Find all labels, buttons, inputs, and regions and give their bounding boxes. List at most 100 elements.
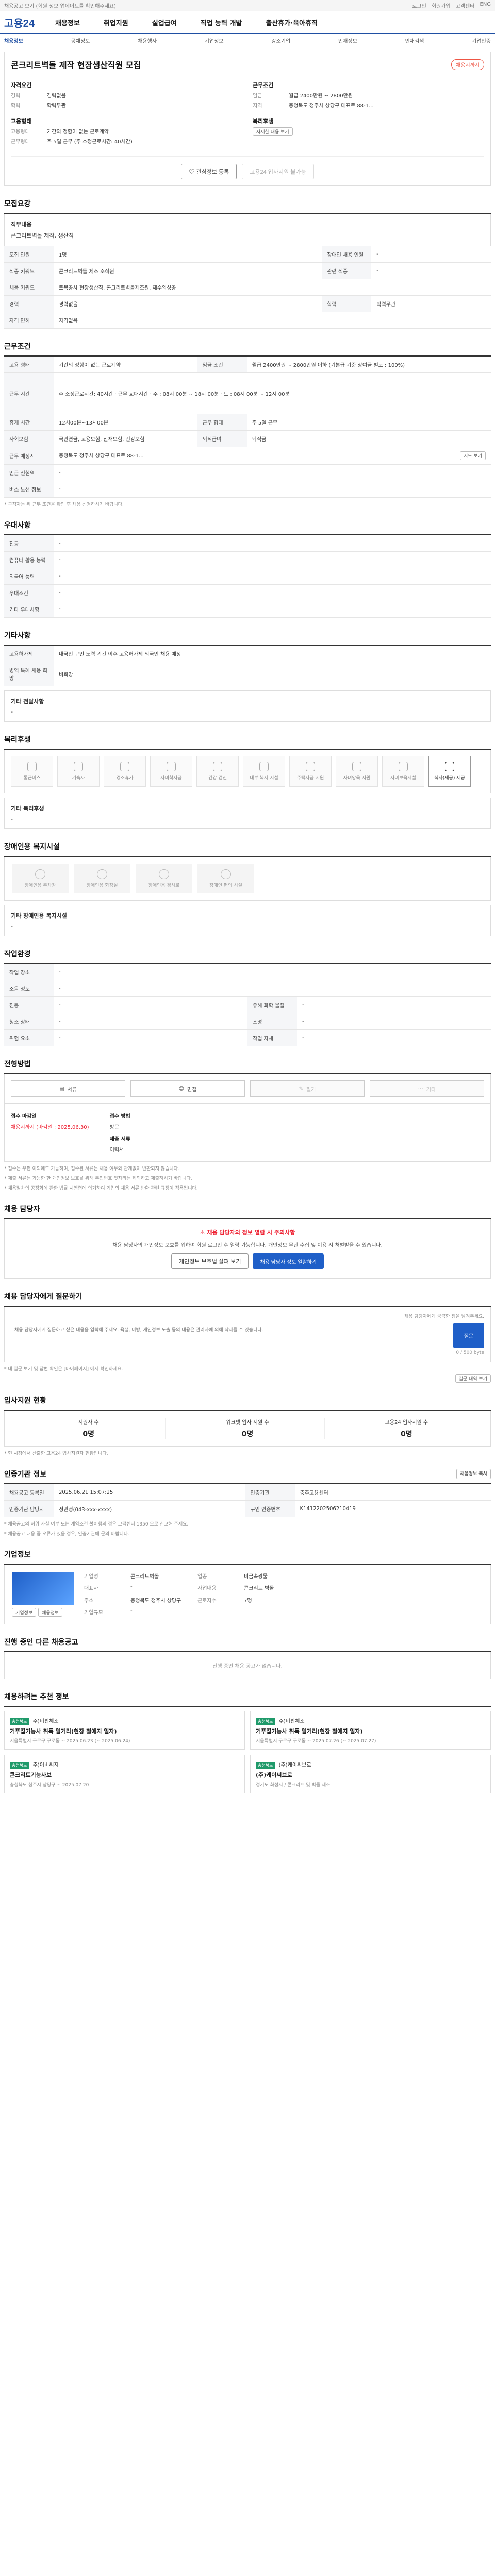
benefit-label: 기숙사 bbox=[72, 775, 85, 781]
nav-leave[interactable]: 출산휴가·육아휴직 bbox=[266, 18, 318, 27]
site-logo[interactable]: 고용24 bbox=[4, 15, 35, 30]
benefit-label: 통근버스 bbox=[23, 775, 41, 781]
application-stats: 지원자 수 0명 워크넷 입사 지원 수 0명 고용24 입사지원 수 0명 bbox=[4, 1411, 491, 1447]
privacy-law-button[interactable]: 개인정보 보호법 살펴 보기 bbox=[171, 1253, 249, 1269]
table-row: 청소 상태 - 조명 - bbox=[4, 1013, 491, 1030]
benefit-etc-label: 기타 복리후생 bbox=[11, 805, 44, 812]
contact-warning: ⚠ 채용 담당자의 정보 열람 시 주의사항 bbox=[14, 1228, 481, 1236]
method-label: 필기 bbox=[306, 1087, 316, 1093]
address-text: 충청북도 청주시 상당구 대표로 88-1... bbox=[59, 453, 144, 459]
row-value: - bbox=[54, 551, 491, 568]
table-row: 버스 노선 정보 - bbox=[4, 481, 491, 498]
table-row: 사회보험 국민연금, 고용보험, 산재보험, 건강보험 퇴직급여 퇴직금 bbox=[4, 430, 491, 447]
top-notice: 채용공고 보기 (회원 정보 업데이트를 확인해주세요) bbox=[4, 4, 116, 9]
nav-jobs[interactable]: 채용정보 bbox=[55, 18, 80, 27]
facility-item: 장애인 편의 시설 bbox=[197, 864, 254, 893]
question-history-button[interactable]: 질문 내역 보기 bbox=[455, 1374, 491, 1383]
etc-more-value: - bbox=[11, 708, 13, 715]
row-key bbox=[197, 1608, 244, 1617]
apply-button[interactable]: 고용24 입사지원 불가능 bbox=[242, 164, 314, 179]
map-button[interactable]: 지도 보기 bbox=[460, 451, 486, 460]
row-key: 고용 형태 bbox=[4, 357, 54, 373]
company-info-button[interactable]: 기업정보 bbox=[12, 1608, 37, 1617]
row-key: 작업 장소 bbox=[4, 964, 54, 980]
subnav-item[interactable]: 강소기업 bbox=[271, 37, 290, 44]
row-value: - bbox=[371, 262, 491, 279]
subnav-item[interactable]: 채용행사 bbox=[138, 37, 157, 44]
section-title: 인증기관 정보 bbox=[4, 1470, 47, 1479]
subnav-item[interactable]: 채용정보 bbox=[4, 37, 23, 44]
row-key: 유해 화학 물질 bbox=[248, 996, 297, 1013]
row-value: 콘크리트 벽돌 bbox=[244, 1586, 274, 1592]
section-title: 우대사항 bbox=[4, 520, 491, 535]
kv-key: 고용형태 bbox=[11, 129, 30, 135]
subnav-item[interactable]: 기업인증 bbox=[472, 37, 491, 44]
copy-button[interactable]: 채용정보 복사 bbox=[456, 1469, 491, 1479]
row-key: 대표자 bbox=[84, 1586, 98, 1592]
kv-value: 학력무관 bbox=[47, 103, 66, 109]
row-value: - bbox=[54, 535, 491, 552]
stat-item: 지원자 수 0명 bbox=[12, 1418, 166, 1439]
rec-company: 주)이비씨지 bbox=[32, 1762, 59, 1768]
link-login[interactable]: 로그인 bbox=[412, 2, 426, 9]
nav-support[interactable]: 취업지원 bbox=[104, 18, 128, 27]
wheelchair-icon bbox=[221, 869, 231, 879]
subnav-item[interactable]: 인재검색 bbox=[405, 37, 424, 44]
question-box: 채용 담당자에게 궁금한 점을 남겨주세요. 질문 0 / 500 byte bbox=[4, 1307, 491, 1362]
subnav-item[interactable]: 인재정보 bbox=[338, 37, 357, 44]
subnav-item[interactable]: 공채정보 bbox=[71, 37, 90, 44]
agency-note: * 채용공고의 허위 사실 여부 또는 계약조건 불이행의 경우 고객센터 13… bbox=[4, 1522, 189, 1527]
benefit-etc-value: - bbox=[11, 816, 13, 822]
link-signup[interactable]: 회원가입 bbox=[432, 2, 451, 9]
row-value: - bbox=[297, 996, 491, 1013]
row-value: 충청북도 청주시 상당구 bbox=[130, 1598, 182, 1604]
table-row: 직종 키워드 콘크리트벽돌 제조 조작원 관련 직종 - bbox=[4, 262, 491, 279]
table-row: 전공 - bbox=[4, 535, 491, 552]
row-value: - bbox=[54, 964, 491, 980]
nav-training[interactable]: 직업 능력 개발 bbox=[201, 18, 242, 27]
recommend-card[interactable]: 충청북도 (주)케이씨브로 (주)케이씨브로 경기도 화성시 / 콘크리트 및 … bbox=[250, 1755, 491, 1793]
section-accessibility: 장애인용 복지시설 장애인용 주차장 장애인용 화장실 장애인용 경사로 장애인… bbox=[4, 841, 491, 936]
row-key: 근무 예정지 bbox=[4, 447, 54, 465]
question-submit-button[interactable]: 질문 bbox=[453, 1323, 484, 1348]
restroom-icon bbox=[97, 869, 107, 879]
sub-nav: 채용정보 공채정보 채용행사 기업정보 강소기업 인재정보 인재검색 기업인증 bbox=[0, 34, 495, 47]
row-key: 경력 bbox=[4, 295, 54, 312]
recommend-card[interactable]: 충청북도 주)이비씨지 콘크리트기능사보 충청북도 청주시 상당구 ~ 2025… bbox=[4, 1755, 245, 1793]
row-value: K1412202506210419 bbox=[294, 1500, 491, 1517]
selection-note: * 제출 서류는 가능한 한 개인정보 보호를 위해 주민번호 뒷자리는 제외하… bbox=[4, 1176, 192, 1181]
section-contact: 채용 담당자 ⚠ 채용 담당자의 정보 열람 시 주의사항 채용 담당자의 개인… bbox=[4, 1204, 491, 1279]
view-contact-button[interactable]: 채용 담당자 정보 열람하기 bbox=[253, 1253, 324, 1269]
recommend-card[interactable]: 충청북도 주)비싼체조 거푸집기능사 취득 일거리(현장 철에지 일자) 서울특… bbox=[4, 1711, 245, 1750]
link-support[interactable]: 고객센터 bbox=[456, 2, 475, 9]
row-key: 근무 시간 bbox=[4, 372, 54, 414]
stat-value: 0명 bbox=[82, 1430, 94, 1438]
interest-button[interactable]: ♡ 관심정보 등록 bbox=[181, 164, 237, 179]
company-box: 기업정보 채용정보 기업명 콘크리트벽돌 업종 비금속광물 대표자 - 사업내용 콘크리트 … bbox=[4, 1565, 491, 1624]
row-key: 채용 키워드 bbox=[4, 279, 54, 296]
group-title: 근무조건 bbox=[253, 82, 274, 89]
kv-value: 주 5일 근무 (주 소정근로시간: 40시간) bbox=[47, 139, 133, 145]
nav-benefit[interactable]: 실업급여 bbox=[152, 18, 177, 27]
duty-label: 직무내용 bbox=[11, 221, 32, 228]
section-recommend: 채용하려는 추천 정보 충청북도 주)비싼체조 거푸집기능사 취득 일거리(현장… bbox=[4, 1691, 491, 1793]
row-key: 구인 인증번호 bbox=[245, 1500, 295, 1517]
table-row: 근무 예정지 충청북도 청주시 상당구 대표로 88-1... 지도 보기 bbox=[4, 447, 491, 465]
more-icon: ⋯ bbox=[418, 1086, 423, 1092]
company-jobs-button[interactable]: 채용정보 bbox=[38, 1608, 63, 1617]
row-key: 자격 면허 bbox=[4, 312, 54, 329]
benefit-label: 건강 검진 bbox=[208, 775, 227, 781]
top-utility-bar: 채용공고 보기 (회원 정보 업데이트를 확인해주세요) 로그인 회원가입 고객… bbox=[0, 0, 495, 11]
kv-value: 충청북도 청주시 상당구 대표로 88-1... bbox=[289, 103, 374, 109]
period-value: 채용시까지 (마감일 : 2025.06.30) bbox=[11, 1125, 89, 1130]
kv-key: 경력 bbox=[11, 93, 21, 99]
subnav-item[interactable]: 기업정보 bbox=[205, 37, 224, 44]
link-eng[interactable]: ENG bbox=[480, 2, 491, 9]
question-input[interactable] bbox=[11, 1323, 449, 1348]
benefit-item: 내부 복지 시설 bbox=[243, 756, 285, 787]
stat-label: 고용24 입사지원 수 bbox=[385, 1420, 428, 1426]
recommend-card[interactable]: 충청북도 주)비싼체조 거푸집기능사 취득 일거리(현장 철에지 일자) 서울특… bbox=[250, 1711, 491, 1750]
benefit-detail-button[interactable]: 자세한 내용 보기 bbox=[253, 127, 293, 136]
row-value: - bbox=[54, 601, 491, 618]
section-title: 채용하려는 추천 정보 bbox=[4, 1691, 491, 1707]
